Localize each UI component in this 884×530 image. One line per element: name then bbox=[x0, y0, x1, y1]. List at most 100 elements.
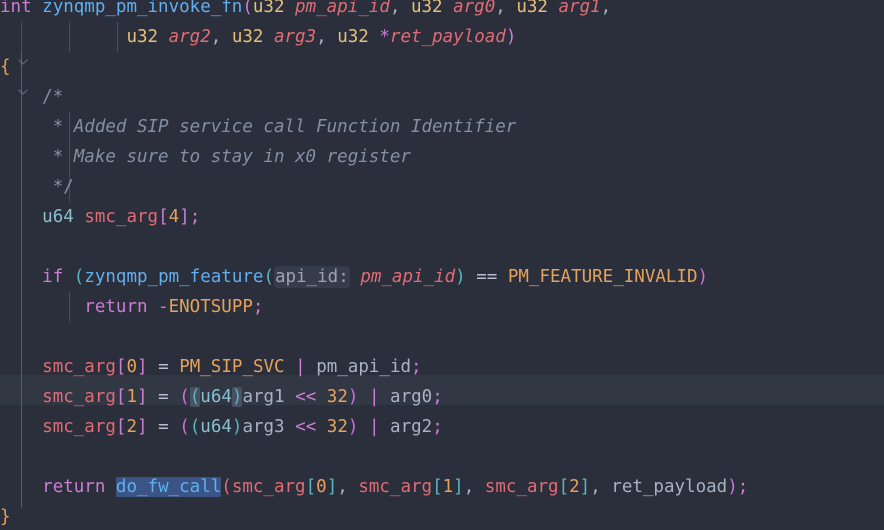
token-indent-12 bbox=[0, 357, 42, 377]
token-paren-call2-open: ( bbox=[221, 477, 232, 497]
token-type-u64-cast-2: u64 bbox=[200, 417, 232, 437]
token-bracket-close-1: ] bbox=[137, 387, 148, 407]
token-arg-index-1: 1 bbox=[442, 477, 454, 497]
token-semicolon-a: ; bbox=[252, 297, 264, 317]
token-type-u32-e: u32 bbox=[231, 27, 264, 47]
code-line-9[interactable]: if (zynqmp_pm_feature(api_id: pm_api_id)… bbox=[0, 262, 884, 292]
code-line-2[interactable]: { bbox=[0, 52, 884, 82]
token-indent-16 bbox=[0, 477, 42, 497]
token-comma-c: , bbox=[600, 0, 612, 17]
token-comma-f: , bbox=[337, 477, 359, 497]
token-var-smc-arg-decl: smc_arg bbox=[84, 207, 159, 227]
code-editor-viewport[interactable]: int zynqmp_pm_invoke_fn(u32 pm_api_id, u… bbox=[0, 0, 884, 530]
fold-chevron-comment-block[interactable] bbox=[16, 85, 30, 99]
token-paren-if-open: ( bbox=[73, 267, 85, 287]
token-operator-eq: == bbox=[476, 267, 498, 287]
token-indent-14 bbox=[0, 417, 42, 437]
token-type-u32-d: u32 bbox=[126, 27, 159, 47]
code-line-4[interactable]: * Added SIP service call Function Identi… bbox=[0, 112, 884, 142]
token-semicolon-0: ; bbox=[411, 357, 422, 377]
token-shift-left-2: << bbox=[295, 417, 317, 437]
token-var-arg3: arg3 bbox=[242, 417, 285, 437]
token-paren-cast-open-2: ( bbox=[189, 417, 201, 437]
token-paren-if-close: ) bbox=[697, 267, 709, 287]
code-line-3[interactable]: /* bbox=[0, 82, 884, 112]
token-param-pm-api-id: pm_api_id bbox=[295, 0, 390, 17]
token-arg-ret-payload: ret_payload bbox=[611, 477, 728, 497]
code-line-16[interactable]: return do_fw_call(smc_arg[0], smc_arg[1]… bbox=[0, 472, 884, 502]
token-bracket-arg1-open: [ bbox=[432, 477, 443, 497]
token-var-smc-arg-1: smc_arg bbox=[42, 387, 116, 407]
token-comma-d: , bbox=[210, 27, 232, 47]
token-paren-outer-close-1: ) bbox=[347, 387, 359, 407]
token-paren-call-close: ) bbox=[455, 267, 466, 287]
token-type-u64-cast-1: u64 bbox=[200, 387, 232, 407]
token-pipe-1: | bbox=[368, 387, 380, 407]
token-comma-b: , bbox=[495, 0, 517, 17]
code-line-12[interactable]: smc_arg[0] = PM_SIP_SVC | pm_api_id; bbox=[0, 352, 884, 382]
code-line-14[interactable]: smc_arg[2] = ((u64)arg3 << 32) | arg2; bbox=[0, 412, 884, 442]
token-var-arg0: arg0 bbox=[390, 387, 433, 407]
token-bracket-close-2: ] bbox=[137, 417, 148, 437]
code-line-13[interactable]: smc_arg[1] = ((u64)arg1 << 32) | arg0; bbox=[0, 382, 884, 412]
token-comment-line-1: * Added SIP service call Function Identi… bbox=[52, 117, 517, 137]
token-arg-pm-api-id: pm_api_id bbox=[360, 267, 456, 287]
token-bracket-open-decl: [ bbox=[158, 207, 169, 227]
token-var-arg2: arg2 bbox=[390, 417, 433, 437]
token-function-name[interactable]: zynqmp_pm_invoke_fn bbox=[42, 0, 242, 17]
token-var-pm-api-id-0: pm_api_id bbox=[316, 357, 412, 377]
token-bracket-arg0-close: ] bbox=[326, 477, 338, 497]
token-indent-7 bbox=[0, 207, 42, 227]
code-line-5[interactable]: * Make sure to stay in x0 register bbox=[0, 142, 884, 172]
token-type-u32-b: u32 bbox=[410, 0, 443, 17]
token-param-arg3: arg3 bbox=[273, 27, 317, 47]
token-indent-1 bbox=[0, 27, 126, 47]
token-number-32-b: 32 bbox=[326, 417, 348, 437]
token-function-zynqmp-pm-feature[interactable]: zynqmp_pm_feature bbox=[84, 267, 263, 287]
code-line-10[interactable]: return -ENOTSUPP; bbox=[0, 292, 884, 322]
token-const-pm-sip-svc: PM_SIP_SVC bbox=[179, 357, 285, 377]
code-line-1[interactable]: u32 arg2, u32 arg3, u32 *ret_payload) bbox=[0, 22, 884, 52]
token-keyword-return-a: return bbox=[84, 297, 148, 317]
token-pipe-2: | bbox=[368, 417, 380, 437]
token-indent-9 bbox=[0, 267, 42, 287]
code-line-8-blank[interactable] bbox=[0, 232, 884, 262]
token-paren-outer-open-2: ( bbox=[179, 417, 190, 437]
token-paren-cast-close-2: ) bbox=[231, 417, 243, 437]
code-line-0[interactable]: int zynqmp_pm_invoke_fn(u32 pm_api_id, u… bbox=[0, 0, 884, 22]
token-comma-g: , bbox=[463, 477, 485, 497]
token-var-smc-arg-2: smc_arg bbox=[42, 417, 116, 437]
code-line-15-blank[interactable] bbox=[0, 442, 884, 472]
token-bracket-open-1: [ bbox=[115, 387, 127, 407]
token-bracket-open-0: [ bbox=[115, 357, 127, 377]
token-index-1: 1 bbox=[126, 387, 138, 407]
token-arg-index-2: 2 bbox=[569, 477, 580, 497]
token-index-0: 0 bbox=[126, 357, 138, 377]
token-paren-close: ) bbox=[505, 27, 517, 47]
token-arg-smc-arg-0: smc_arg bbox=[231, 477, 306, 497]
code-line-7[interactable]: u64 smc_arg[4]; bbox=[0, 202, 884, 232]
token-type-u32-f: u32 bbox=[337, 27, 369, 47]
code-line-17[interactable]: } bbox=[0, 502, 884, 530]
token-bracket-arg0-open: [ bbox=[305, 477, 317, 497]
token-comment-line-2: * Make sure to stay in x0 register bbox=[52, 147, 411, 167]
fold-chevron-function-body[interactable] bbox=[16, 55, 30, 69]
code-lines-container[interactable]: int zynqmp_pm_invoke_fn(u32 pm_api_id, u… bbox=[0, 0, 884, 530]
token-bracket-arg2-open: [ bbox=[558, 477, 570, 497]
token-shift-left-1: << bbox=[295, 387, 317, 407]
token-bracket-close-0: ] bbox=[137, 357, 148, 377]
token-index-2: 2 bbox=[126, 417, 138, 437]
token-keyword-if: if bbox=[42, 267, 64, 287]
token-semicolon-1: ; bbox=[432, 387, 443, 407]
token-type-u64-a: u64 bbox=[42, 207, 74, 227]
token-function-do-fw-call[interactable]: do_fw_call bbox=[115, 477, 222, 497]
token-comma-h: , bbox=[590, 477, 612, 497]
token-const-enotsupp: ENOTSUPP bbox=[168, 297, 253, 317]
token-assign-2: = bbox=[158, 417, 169, 437]
code-line-11-blank[interactable] bbox=[0, 322, 884, 352]
code-line-6[interactable]: */ bbox=[0, 172, 884, 202]
token-semicolon-2: ; bbox=[432, 417, 443, 437]
token-comma-e: , bbox=[316, 27, 338, 47]
token-param-arg2: arg2 bbox=[168, 27, 211, 47]
